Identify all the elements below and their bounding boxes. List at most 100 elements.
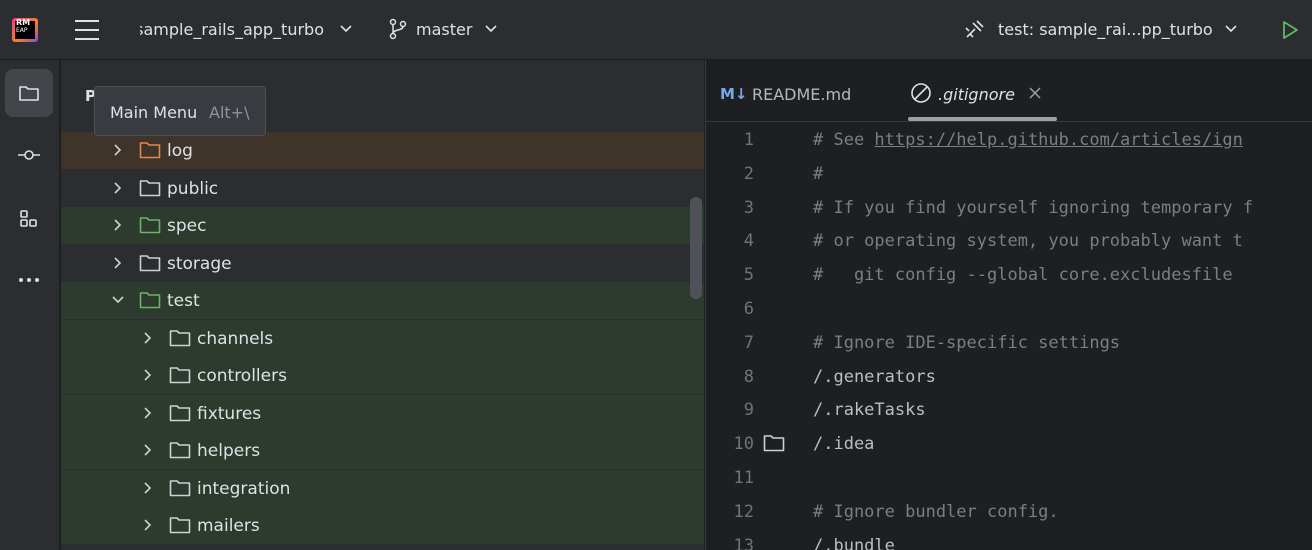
- code-text: /.generators: [813, 366, 936, 387]
- ignore-file-icon: [911, 83, 931, 103]
- code-text: /.idea: [813, 434, 875, 455]
- code-line[interactable]: # See https://help.github.com/articles/i…: [813, 130, 1243, 150]
- tree-row-storage[interactable]: storage: [61, 245, 704, 282]
- tree-row-label: log: [167, 141, 193, 161]
- chevron-right-icon[interactable]: [141, 406, 155, 420]
- chevron-right-icon[interactable]: [141, 443, 155, 457]
- tree-row-channels[interactable]: channels: [61, 319, 704, 357]
- code-line[interactable]: /.bundle: [813, 536, 895, 550]
- structure-icon: [20, 210, 37, 227]
- hamburger-icon: [75, 20, 99, 22]
- line-number: 4: [743, 231, 754, 252]
- chevron-right-icon[interactable]: [141, 518, 155, 532]
- close-tab-icon[interactable]: [1028, 86, 1042, 100]
- line-number: 2: [743, 163, 754, 184]
- tree-row-label: spec: [167, 216, 207, 236]
- branch-chevron-down-icon[interactable]: [482, 20, 500, 38]
- tree-row-test[interactable]: test: [61, 282, 704, 319]
- code-line[interactable]: #: [813, 164, 823, 184]
- code-text: /.bundle: [813, 535, 895, 550]
- line-number: 1: [743, 130, 754, 150]
- folder-icon: [139, 142, 161, 159]
- code-line[interactable]: # or operating system, you probably want…: [813, 231, 1243, 251]
- tree-row-log[interactable]: log: [61, 132, 704, 169]
- main-menu-tooltip: Main Menu Alt+\: [94, 86, 266, 136]
- code-text: # Ignore bundler config.: [813, 501, 1059, 522]
- folder-icon: [139, 254, 161, 271]
- folder-icon: [139, 292, 161, 309]
- code-line[interactable]: /.rakeTasks: [813, 400, 926, 420]
- rubymine-logo-icon[interactable]: RM EAP: [12, 18, 38, 42]
- folder-icon: [169, 479, 191, 496]
- project-chevron-down-icon[interactable]: [337, 20, 355, 38]
- chevron-right-icon[interactable]: [141, 481, 155, 495]
- run-icon[interactable]: [1279, 19, 1301, 41]
- line-number: 8: [743, 366, 754, 387]
- tree-row-label: mailers: [197, 516, 260, 536]
- chevron-right-icon[interactable]: [111, 218, 125, 232]
- folder-icon: [169, 329, 191, 346]
- run-config-chevron-down-icon[interactable]: [1222, 20, 1240, 38]
- line-number: 10: [733, 434, 754, 455]
- chevron-right-icon[interactable]: [141, 331, 155, 345]
- line-number: 7: [743, 332, 754, 353]
- line-number: 6: [743, 299, 754, 319]
- line-number: 3: [743, 197, 754, 218]
- tree-row-label: test: [167, 291, 200, 311]
- tree-row-controllers[interactable]: controllers: [61, 357, 704, 394]
- code-line[interactable]: /.generators: [813, 367, 936, 387]
- commit-tool-button[interactable]: [5, 131, 53, 179]
- more-horizontal-icon: [19, 278, 39, 282]
- code-line[interactable]: # If you find yourself ignoring temporar…: [813, 198, 1253, 218]
- chevron-right-icon[interactable]: [111, 143, 125, 157]
- project-tree-scrollbar[interactable]: [690, 197, 702, 299]
- structure-tool-button[interactable]: [5, 195, 53, 243]
- git-branch-icon: [389, 18, 407, 40]
- markdown-file-icon: M↓: [720, 85, 748, 103]
- tooltip-shortcut: Alt+\: [209, 103, 250, 122]
- tab-gitignore[interactable]: .gitignore: [906, 60, 1066, 122]
- tree-row-label: helpers: [197, 441, 261, 461]
- tooltip-label: Main Menu: [110, 103, 198, 122]
- branch-selector[interactable]: master: [416, 20, 472, 39]
- code-line[interactable]: /.idea: [813, 434, 874, 454]
- tree-row-mailers[interactable]: mailers: [61, 507, 704, 544]
- code-line[interactable]: # git config --global core.excludesfile: [813, 265, 1233, 285]
- folder-icon: [139, 217, 161, 234]
- code-link[interactable]: https://help.github.com/articles/ign: [874, 130, 1242, 150]
- code-line[interactable]: # Ignore IDE-specific settings: [813, 333, 1120, 353]
- folder-icon: [169, 367, 191, 384]
- chevron-right-icon[interactable]: [141, 368, 155, 382]
- run-configuration-selector[interactable]: test: sample_rai...pp_turbo: [998, 20, 1213, 39]
- tool-window-strip: [0, 60, 60, 550]
- chevron-right-icon[interactable]: [111, 256, 125, 270]
- logo-subtext: EAP: [16, 27, 28, 34]
- chevron-right-icon[interactable]: [111, 181, 125, 195]
- tree-row-label: public: [167, 178, 219, 199]
- folder-icon: [139, 179, 161, 196]
- line-number: 5: [743, 265, 754, 286]
- line-number: 9: [743, 400, 754, 421]
- tree-row-label: controllers: [197, 366, 287, 386]
- code-line[interactable]: # Ignore bundler config.: [813, 502, 1059, 522]
- commit-icon: [18, 150, 40, 160]
- project-tool-button[interactable]: [5, 69, 53, 117]
- chevron-down-icon[interactable]: [111, 293, 125, 307]
- code-text: /.rakeTasks: [813, 400, 926, 421]
- tree-row-helpers[interactable]: helpers: [61, 432, 704, 469]
- tree-row-label: storage: [167, 253, 232, 274]
- folder-icon: [169, 517, 191, 534]
- main-menu-button[interactable]: [67, 10, 107, 50]
- folder-gutter-icon[interactable]: [763, 434, 785, 452]
- tree-row-integration[interactable]: integration: [61, 469, 704, 507]
- tree-row-label: fixtures: [197, 403, 262, 424]
- tab-label: README.md: [752, 85, 852, 104]
- tree-row-spec[interactable]: spec: [61, 207, 704, 244]
- tree-row-fixtures[interactable]: fixtures: [61, 394, 704, 432]
- more-tools-button[interactable]: [5, 256, 53, 304]
- tab-readme[interactable]: M↓ README.md: [706, 60, 896, 122]
- tab-label: .gitignore: [938, 85, 1015, 104]
- editor-area: M↓ README.md .gitignore 1 # See https://h…: [705, 60, 1312, 550]
- tree-row-public[interactable]: public: [61, 170, 704, 207]
- project-name[interactable]: sample_rails_app_turbo: [140, 20, 324, 39]
